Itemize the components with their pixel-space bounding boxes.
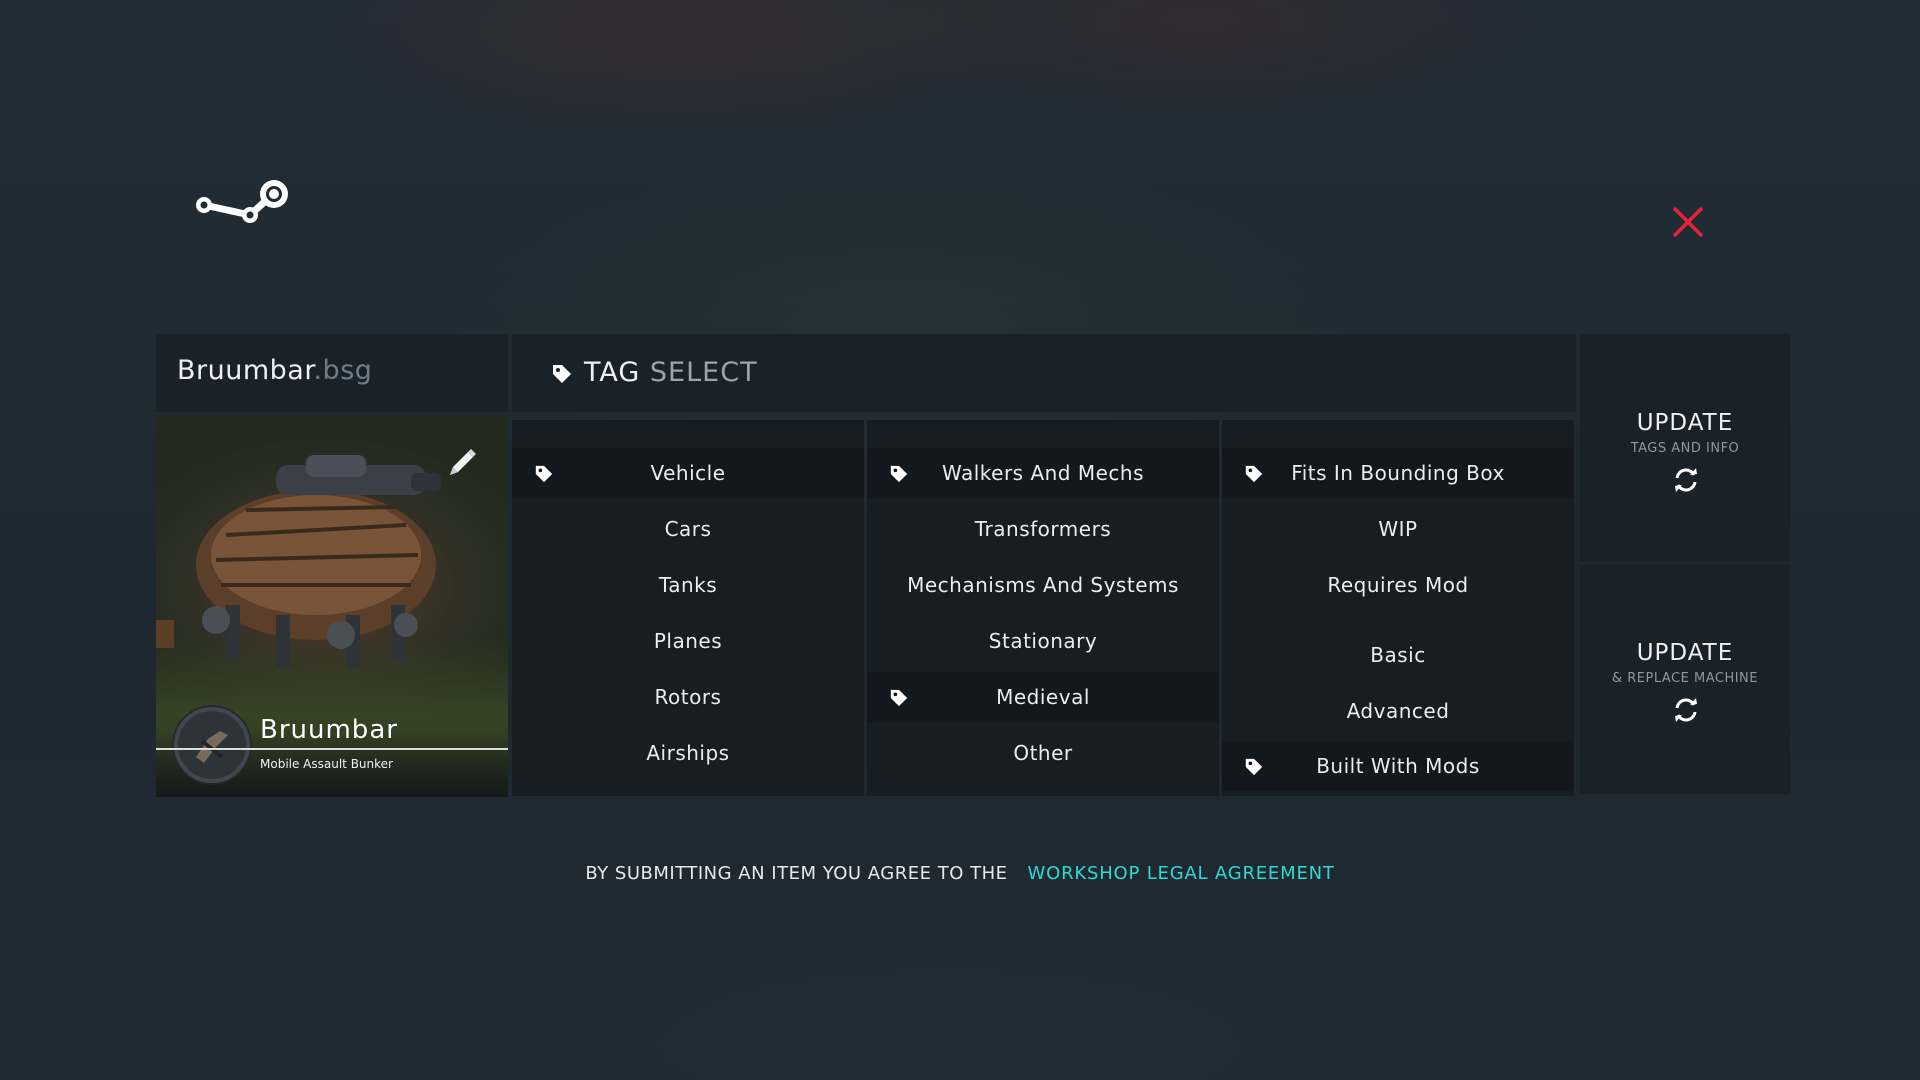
tag-item[interactable]: Requires Mod — [1222, 560, 1574, 610]
tag-item-label: Fits In Bounding Box — [1291, 461, 1505, 485]
tag-item-label: Advanced — [1346, 699, 1450, 723]
tag-column-1: Vehicle Cars Tanks Planes Rotors Airships — [512, 420, 864, 796]
badge-icon — [174, 707, 250, 783]
pencil-icon[interactable] — [444, 445, 480, 481]
tag-item[interactable]: Transformers — [867, 504, 1219, 554]
tag-item[interactable]: Medieval — [867, 672, 1219, 722]
title-bold: TAG — [584, 357, 641, 388]
tag-item-label: Rotors — [654, 685, 722, 709]
divider — [156, 748, 508, 750]
tag-select-title: TAG SELECT — [584, 357, 758, 388]
update-replace-subtitle: & REPLACE MACHINE — [1612, 671, 1758, 686]
update-tags-button[interactable]: UPDATE TAGS AND INFO — [1580, 334, 1790, 562]
tag-item[interactable]: Vehicle — [512, 448, 864, 498]
tag-item-label: Planes — [653, 629, 723, 653]
legal-text: BY SUBMITTING AN ITEM YOU AGREE TO THE — [585, 863, 1008, 884]
tag-item-label: Stationary — [988, 629, 1098, 653]
tag-item-label: WIP — [1378, 517, 1418, 541]
machine-filename[interactable]: Bruumbar.bsg — [177, 355, 372, 386]
tag-item-label: Cars — [664, 517, 712, 541]
tag-item[interactable]: Basic — [1222, 630, 1574, 680]
tag-column-3: Fits In Bounding Box WIP Requires Mod Basic… — [1222, 420, 1574, 796]
tag-item-label: Walkers And Mechs — [941, 461, 1145, 485]
tag-item[interactable]: Airships — [512, 728, 864, 778]
machine-subtitle: Mobile Assault Bunker — [260, 757, 393, 771]
tag-item[interactable]: Cars — [512, 504, 864, 554]
refresh-icon — [1675, 698, 1697, 722]
tag-item[interactable]: Built With Mods — [1222, 741, 1574, 791]
update-replace-button[interactable]: UPDATE & REPLACE MACHINE — [1580, 564, 1790, 794]
tag-item[interactable]: Stationary — [867, 616, 1219, 666]
tag-select-header: TAG SELECT — [512, 334, 1576, 412]
tag-item-label: Vehicle — [650, 461, 726, 485]
tag-item-label: Transformers — [974, 517, 1112, 541]
tag-item-label: Tanks — [658, 573, 718, 597]
tag-item[interactable]: Mechanisms And Systems — [867, 560, 1219, 610]
tag-item[interactable]: Other — [867, 728, 1219, 778]
tag-item[interactable]: Planes — [512, 616, 864, 666]
filename-label: Bruumbar — [177, 355, 314, 386]
title-light: SELECT — [649, 357, 758, 388]
tag-item[interactable]: Advanced — [1222, 686, 1574, 736]
update-tags-subtitle: TAGS AND INFO — [1630, 441, 1740, 456]
update-tags-title: UPDATE — [1636, 410, 1734, 436]
machine-thumbnail: Bruumbar Mobile Assault Bunker — [156, 415, 508, 797]
legal-agreement-link[interactable]: WORKSHOP LEGAL AGREEMENT — [1028, 863, 1335, 884]
tag-item-label: Medieval — [996, 685, 1090, 709]
steam-logo-icon — [196, 180, 288, 223]
update-replace-title: UPDATE — [1636, 640, 1734, 666]
tag-column-2: Walkers And Mechs Transformers Mechanisms … — [867, 420, 1219, 796]
tag-item-label: Requires Mod — [1327, 573, 1469, 597]
tag-item[interactable]: Tanks — [512, 560, 864, 610]
tag-item-label: Built With Mods — [1316, 754, 1480, 778]
tag-item[interactable]: Walkers And Mechs — [867, 448, 1219, 498]
tag-item-label: Mechanisms And Systems — [907, 573, 1179, 597]
close-icon[interactable] — [1664, 198, 1712, 246]
tag-item-label: Airships — [646, 741, 730, 765]
tag-item[interactable]: Fits In Bounding Box — [1222, 448, 1574, 498]
tag-item[interactable]: Rotors — [512, 672, 864, 722]
tag-item[interactable]: WIP — [1222, 504, 1574, 554]
refresh-icon — [1675, 468, 1697, 492]
tag-item-label: Basic — [1370, 643, 1426, 667]
tag-item-label: Other — [1013, 741, 1073, 765]
machine-name: Bruumbar — [260, 715, 398, 745]
file-extension: .bsg — [313, 355, 373, 386]
tag-icon — [553, 365, 571, 383]
legal-notice: BY SUBMITTING AN ITEM YOU AGREE TO THE WO… — [0, 863, 1920, 884]
machine-header: Bruumbar.bsg — [156, 334, 508, 412]
